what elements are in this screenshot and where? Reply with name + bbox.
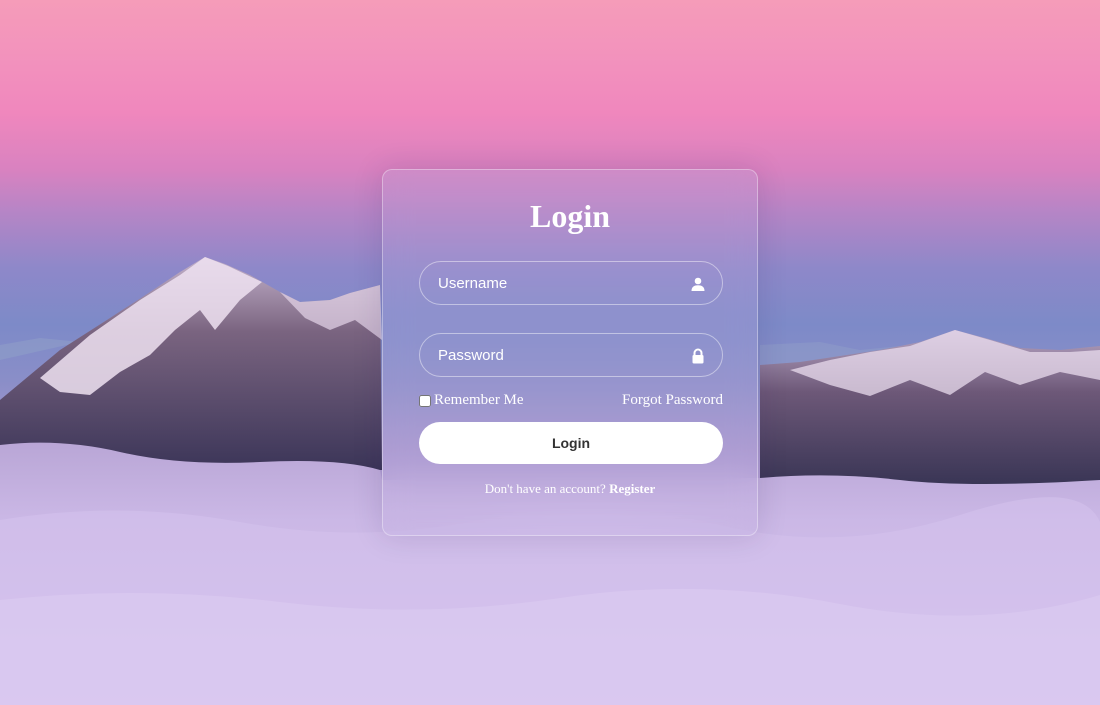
remember-me-label[interactable]: Remember Me (419, 392, 524, 409)
user-icon (691, 277, 705, 291)
username-input[interactable] (420, 262, 722, 304)
login-button[interactable]: Login (419, 422, 723, 464)
remember-forgot-row: Remember Me Forgot Password (419, 392, 723, 410)
remember-me-text: Remember Me (434, 392, 524, 408)
register-prompt: Don't have an account? (484, 481, 610, 496)
remember-me-checkbox[interactable] (419, 394, 431, 407)
password-field-wrapper (419, 333, 723, 377)
username-field-wrapper (419, 261, 723, 305)
register-row: Don't have an account? Register (383, 481, 757, 497)
register-link[interactable]: Register (609, 481, 655, 496)
login-card: Login Remember Me Forgot Password Login … (382, 169, 758, 536)
login-title: Login (529, 198, 611, 234)
lock-icon (692, 348, 704, 364)
password-input[interactable] (420, 334, 722, 376)
forgot-password-link[interactable]: Forgot Password (622, 392, 723, 409)
